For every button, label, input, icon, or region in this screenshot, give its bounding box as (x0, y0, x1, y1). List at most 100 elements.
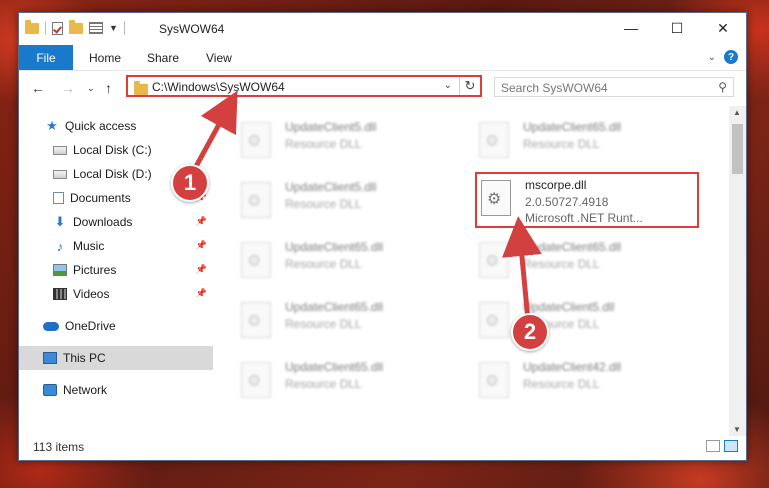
ribbon-tabs: File Home Share View ⌄ ? (19, 45, 746, 71)
forward-arrow-icon[interactable]: → (61, 80, 75, 96)
file-type: Resource DLL (285, 137, 362, 151)
file-item[interactable]: UpdateClient65.dll Resource DLL (237, 356, 461, 406)
title-bar: ▼ SysWOW64 — ☐ ✕ (19, 13, 746, 45)
tab-home[interactable]: Home (89, 51, 121, 65)
file-item[interactable]: UpdateClient5.dll Resource DLL (237, 116, 461, 166)
file-item[interactable]: UpdateClient5.dll Resource DLL (475, 296, 699, 346)
sidebar-item-label: Documents (70, 191, 131, 205)
drive-icon (53, 169, 67, 179)
search-box[interactable]: Search SysWOW64 ⚲ (494, 77, 734, 97)
sidebar-item-label: Local Disk (C:) (73, 143, 152, 157)
sidebar-item-downloads[interactable]: ⬇ Downloads 📌 (19, 210, 213, 234)
customize-toolbar-chevron-icon[interactable]: ▼ (109, 23, 118, 33)
annotation-badge-2: 2 (511, 313, 549, 351)
tab-view[interactable]: View (206, 51, 232, 65)
this-pc-icon (43, 352, 57, 364)
minimize-button[interactable]: — (608, 13, 654, 43)
file-type: Resource DLL (523, 137, 600, 151)
file-type: Resource DLL (285, 257, 362, 271)
sidebar-item-label: Quick access (65, 119, 137, 133)
file-item-mscorpe-dll[interactable]: mscorpe.dll 2.0.50727.4918 Microsoft .NE… (475, 172, 699, 228)
file-item[interactable]: UpdateClient5.dll Resource DLL (237, 176, 461, 226)
tab-file[interactable]: File (19, 45, 73, 70)
up-arrow-icon[interactable]: ↑ (105, 80, 112, 96)
minimize-icon: — (624, 20, 638, 36)
file-explorer-window: ▼ SysWOW64 — ☐ ✕ File Home Share View ⌄ … (18, 12, 747, 461)
details-view-icon[interactable] (706, 440, 720, 452)
navigation-pane: ★ Quick access Local Disk (C:) Local Dis… (19, 106, 213, 436)
file-type: Resource DLL (285, 377, 362, 391)
scroll-up-icon[interactable]: ▲ (733, 108, 741, 117)
sidebar-item-pictures[interactable]: Pictures 📌 (19, 258, 213, 282)
dll-file-icon (241, 242, 271, 278)
file-type: Resource DLL (523, 377, 600, 391)
large-icons-view-icon[interactable] (724, 440, 738, 452)
file-name: UpdateClient65.dll (285, 240, 384, 254)
file-item[interactable]: UpdateClient65.dll Resource DLL (237, 236, 461, 286)
sidebar-item-quick-access[interactable]: ★ Quick access (19, 114, 213, 138)
status-bar: 113 items (19, 435, 746, 460)
folder-icon (25, 19, 39, 34)
file-item[interactable]: UpdateClient65.dll Resource DLL (475, 116, 699, 166)
sidebar-item-label: This PC (63, 351, 106, 365)
pin-icon[interactable]: 📌 (196, 264, 207, 275)
tab-share[interactable]: Share (147, 51, 179, 65)
file-item[interactable]: UpdateClient42.dll Resource DLL (475, 356, 699, 406)
pin-icon[interactable]: 📌 (196, 216, 207, 227)
sidebar-item-network[interactable]: Network (19, 378, 213, 402)
dll-file-icon (241, 362, 271, 398)
dll-file-icon (479, 302, 509, 338)
vertical-scrollbar[interactable]: ▲ ▼ (729, 106, 746, 436)
refresh-icon[interactable]: ↻ (459, 77, 480, 95)
sidebar-item-label: OneDrive (65, 319, 116, 333)
drive-icon (53, 145, 67, 155)
sidebar-item-onedrive[interactable]: OneDrive (19, 314, 213, 338)
address-dropdown-chevron-icon[interactable]: ⌄ (444, 80, 452, 91)
expand-ribbon-chevron-icon[interactable]: ⌄ (708, 52, 716, 63)
file-item[interactable]: UpdateClient65.dll Resource DLL (475, 236, 699, 286)
view-switcher (706, 440, 738, 452)
window-controls: — ☐ ✕ (608, 13, 746, 43)
properties-icon[interactable] (89, 22, 103, 34)
address-bar[interactable]: C:\Windows\SysWOW64 ⌄ ↻ (126, 75, 482, 97)
dll-file-icon (479, 242, 509, 278)
sidebar-item-local-disk-c[interactable]: Local Disk (C:) (19, 138, 213, 162)
recent-locations-chevron-icon[interactable]: ⌄ (87, 83, 95, 94)
pin-icon[interactable]: 📌 (196, 240, 207, 251)
address-path[interactable]: C:\Windows\SysWOW64 (152, 80, 285, 94)
downloads-icon: ⬇ (54, 214, 66, 229)
sidebar-item-label: Downloads (73, 215, 133, 229)
music-icon: ♪ (56, 238, 64, 254)
sidebar-item-label: Music (73, 239, 105, 253)
file-name: UpdateClient5.dll (523, 300, 615, 314)
documents-icon (53, 192, 64, 204)
scrollbar-thumb[interactable] (732, 124, 743, 174)
file-item[interactable]: UpdateClient65.dll Resource DLL (237, 296, 461, 346)
file-type: Resource DLL (285, 197, 362, 211)
close-button[interactable]: ✕ (700, 13, 746, 43)
search-placeholder: Search SysWOW64 (501, 81, 608, 95)
sidebar-item-this-pc[interactable]: This PC (19, 346, 213, 370)
help-icon[interactable]: ? (724, 50, 738, 64)
file-name: UpdateClient65.dll (523, 120, 622, 134)
file-name: UpdateClient65.dll (523, 240, 622, 254)
maximize-button[interactable]: ☐ (654, 13, 700, 43)
new-folder-icon[interactable] (69, 19, 83, 34)
pin-icon[interactable]: 📌 (196, 288, 207, 299)
back-arrow-icon[interactable]: ← (31, 80, 45, 96)
dll-file-icon (479, 362, 509, 398)
window-title: SysWOW64 (159, 22, 225, 36)
sidebar-item-videos[interactable]: Videos 📌 (19, 282, 213, 306)
file-type: Resource DLL (285, 317, 362, 331)
properties-check-icon[interactable] (52, 21, 63, 35)
toolbar-separator (123, 21, 125, 35)
network-icon (43, 384, 57, 396)
item-count: 113 items (33, 440, 85, 454)
search-icon[interactable]: ⚲ (718, 80, 727, 94)
sidebar-item-music[interactable]: ♪ Music 📌 (19, 234, 213, 258)
file-name: UpdateClient42.dll (523, 360, 622, 374)
file-list: UpdateClient5.dll Resource DLL UpdateCli… (213, 106, 729, 436)
file-name: UpdateClient65.dll (285, 360, 384, 374)
onedrive-icon (43, 321, 59, 331)
scroll-down-icon[interactable]: ▼ (733, 425, 741, 434)
